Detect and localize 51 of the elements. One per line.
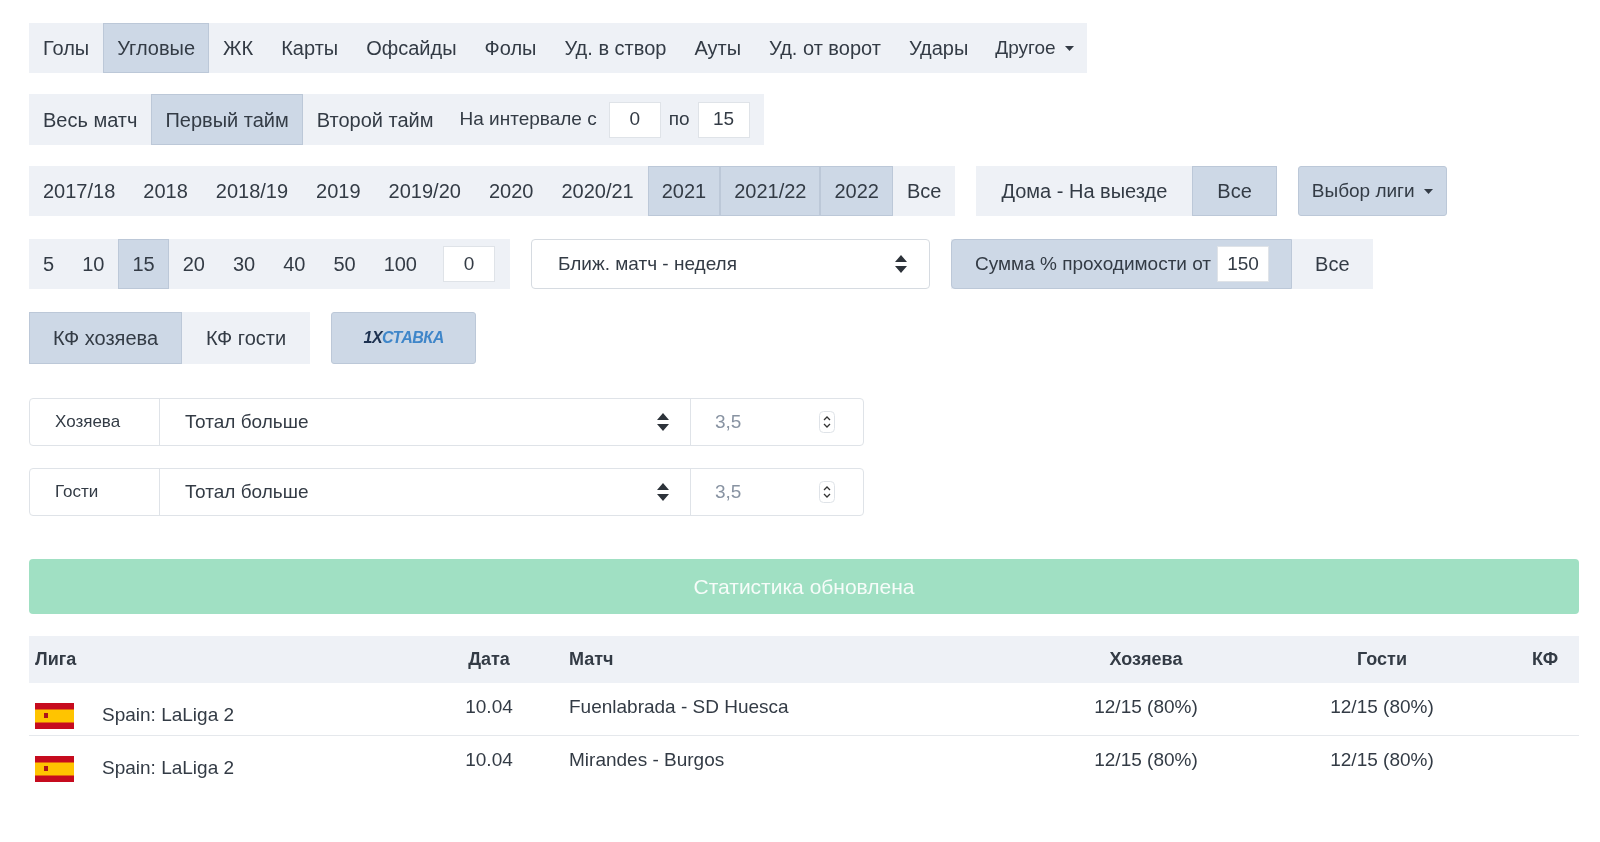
table-cell-text: 12/15 (80%)	[1329, 748, 1435, 772]
sort-arrows-icon	[657, 413, 669, 431]
column-header: КФ	[1530, 648, 1560, 671]
number-input[interactable]: 15	[697, 101, 750, 138]
caret-icon	[1064, 45, 1074, 51]
filter-tab[interactable]: 15	[118, 239, 169, 289]
number-input[interactable]: 150	[1217, 246, 1270, 282]
table-cell-text: Mirandes - Burgos	[568, 748, 726, 772]
select-dropdown[interactable]: Ближ. матч - неделя	[531, 239, 930, 289]
number-input[interactable]: 3,5	[715, 477, 795, 507]
select-dropdown[interactable]: Тотал больше	[160, 399, 691, 445]
sort-arrows-icon	[895, 255, 907, 273]
bookmaker-logo: 1XСТАВКА	[363, 328, 444, 348]
table-cell-text: 12/15 (80%)	[1093, 748, 1199, 772]
input-label: Гости	[30, 469, 160, 515]
filter-tab[interactable]: Первый тайм	[151, 94, 303, 145]
table-cell-text: 12/15 (80%)	[1329, 695, 1435, 719]
column-header: Дата	[467, 648, 511, 671]
filter-label: Сумма % проходимости от	[975, 251, 1212, 276]
bookmaker-logo-button[interactable]: 1XСТАВКА	[331, 312, 477, 364]
select-dropdown[interactable]: Тотал больше	[160, 469, 691, 515]
spinner-icon[interactable]	[819, 481, 835, 503]
number-input[interactable]: 0	[443, 246, 495, 282]
column-header: Лига	[34, 648, 78, 671]
filter-tab[interactable]: 2021/22	[720, 166, 821, 216]
table-cell-text: 10.04	[464, 748, 514, 772]
spinner-icon[interactable]	[819, 411, 835, 433]
table-cell-text: 10.04	[464, 695, 514, 719]
flag-icon	[35, 702, 74, 729]
filter-tab[interactable]: Все	[1192, 166, 1277, 216]
dropdown-button[interactable]: Выбор лиги	[1297, 166, 1447, 216]
interval-label: по	[667, 107, 691, 132]
filter-tab[interactable]: 2021	[647, 166, 721, 216]
sort-arrows-icon	[657, 483, 669, 501]
flag-icon	[35, 755, 74, 782]
filter-toggle[interactable]: Сумма % проходимости от 150	[951, 239, 1293, 289]
table-cell-text: 12/15 (80%)	[1093, 695, 1199, 719]
number-input[interactable]: 0	[608, 101, 661, 138]
number-input[interactable]: 3,5	[715, 407, 795, 437]
caret-icon	[1423, 188, 1433, 194]
table-cell-text: Spain: LaLiga 2	[102, 756, 235, 781]
column-header: Матч	[568, 648, 615, 671]
interval-label: На интервале с	[458, 107, 598, 132]
filter-tab[interactable]: Угловые	[103, 23, 210, 73]
column-header: Хозяева	[1108, 648, 1184, 671]
filter-tab[interactable]: КФ хозяева	[29, 312, 183, 364]
table-cell-text: Spain: LaLiga 2	[102, 703, 235, 728]
input-label: Хозяева	[30, 399, 160, 445]
table-cell-text: Fuenlabrada - SD Huesca	[568, 695, 790, 719]
column-header: Гости	[1356, 648, 1408, 671]
filter-tab[interactable]: 2022	[820, 166, 893, 216]
